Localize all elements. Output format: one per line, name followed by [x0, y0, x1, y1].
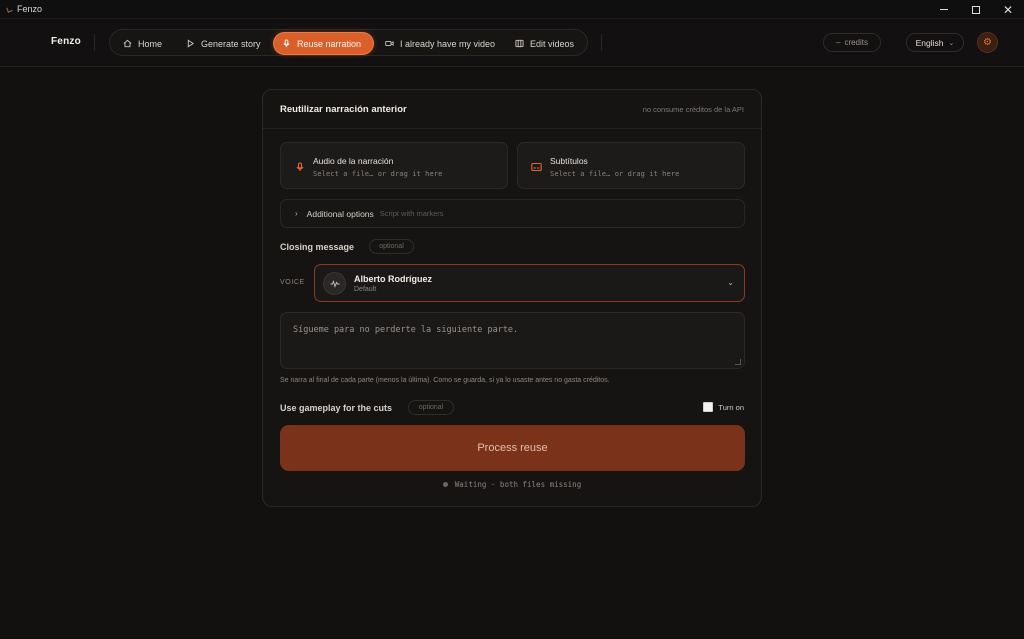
closing-helper-text: Se narra al final de cada parte (menos l…	[280, 377, 610, 384]
nav-generate-story-label: Generate story	[201, 38, 261, 49]
language-value: English	[915, 37, 944, 48]
window-title: Fenzo	[17, 4, 43, 14]
audio-file-label: Audio de la narración	[313, 156, 394, 166]
gameplay-label: Use gameplay for the cuts	[280, 403, 393, 413]
window-controls: ✕	[928, 0, 1024, 19]
nav-edit-videos-label: Edit videos	[530, 38, 575, 49]
nav-home-label: Home	[138, 38, 163, 49]
chevron-down-icon: ⌄	[948, 39, 955, 47]
subtitles-file-label: Subtítulos	[550, 156, 588, 166]
app-header: Fenzo Home Generate story Reuse narratio…	[0, 19, 1024, 67]
mic-icon	[294, 161, 305, 172]
status-line: Waiting · both files missing	[263, 480, 761, 489]
nav-generate-story[interactable]: Generate story	[178, 33, 269, 54]
settings-button[interactable]: ⚙	[977, 32, 998, 53]
maximize-icon	[972, 5, 980, 14]
closing-message-label: Closing message	[280, 242, 355, 252]
credits-value: –	[835, 38, 841, 47]
film-icon	[515, 39, 524, 48]
app-icon	[6, 5, 13, 13]
credits-badge[interactable]: – credits	[823, 33, 881, 52]
gameplay-toggle[interactable]: Turn on	[703, 402, 744, 412]
minimize-button[interactable]	[928, 0, 960, 19]
brand-logo[interactable]: Fenzo	[51, 36, 81, 47]
closing-message-input[interactable]: Sígueme para no perderte la siguiente pa…	[280, 312, 745, 369]
nav-reuse-narration-label: Reuse narration	[297, 38, 362, 49]
card-header: Reutilizar narración anterior no consume…	[263, 90, 761, 129]
credits-label: credits	[844, 38, 868, 47]
resize-handle-icon[interactable]	[735, 359, 741, 365]
subtitles-file-hint: Select a file… or drag it here	[550, 170, 680, 178]
additional-options-label: Additional options	[306, 208, 374, 219]
minimize-icon	[940, 9, 948, 10]
nav-home[interactable]: Home	[115, 33, 170, 54]
video-icon	[385, 39, 394, 48]
nav-edit-videos[interactable]: Edit videos	[507, 33, 582, 54]
gameplay-toggle-label: Turn on	[718, 402, 744, 412]
window-titlebar: Fenzo ✕	[0, 0, 1024, 19]
nav-have-video[interactable]: I already have my video	[377, 33, 503, 54]
maximize-button[interactable]	[960, 0, 992, 19]
close-icon: ✕	[1002, 2, 1014, 17]
gameplay-checkbox[interactable]	[703, 402, 714, 412]
gameplay-optional-badge: optional	[408, 400, 454, 415]
home-icon	[123, 39, 132, 48]
mic-icon	[282, 39, 291, 48]
gear-icon: ⚙	[983, 37, 992, 48]
closing-optional-badge: optional	[369, 239, 414, 254]
waveform-icon	[323, 272, 346, 295]
chevron-down-icon: ⌄	[727, 278, 734, 287]
status-dot-icon	[442, 482, 448, 487]
status-text: Waiting · both files missing	[454, 480, 582, 489]
voice-subtitle: Default	[354, 286, 377, 293]
subtitles-icon	[531, 161, 542, 172]
divider	[601, 34, 602, 51]
voice-select[interactable]: Alberto Rodríguez Default ⌄	[314, 264, 745, 302]
closing-message-text: Sígueme para no perderte la siguiente pa…	[293, 325, 519, 335]
additional-options-hint: Script with markers	[379, 209, 444, 218]
voice-label: VOICE	[280, 279, 305, 286]
process-reuse-button[interactable]: Process reuse	[280, 425, 745, 471]
card-note: no consume créditos de la API	[642, 105, 744, 114]
nav-reuse-narration[interactable]: Reuse narration	[274, 33, 373, 54]
nav-have-video-label: I already have my video	[400, 38, 496, 49]
voice-name: Alberto Rodríguez	[354, 274, 432, 284]
reuse-narration-card: Reutilizar narración anterior no consume…	[262, 89, 762, 507]
audio-file-hint: Select a file… or drag it here	[313, 170, 443, 178]
audio-file-drop[interactable]: Audio de la narración Select a file… or …	[280, 142, 508, 189]
close-button[interactable]: ✕	[992, 0, 1024, 19]
subtitles-file-drop[interactable]: Subtítulos Select a file… or drag it her…	[517, 142, 745, 189]
play-icon	[186, 39, 195, 48]
language-select[interactable]: English ⌄	[906, 33, 964, 52]
card-title: Reutilizar narración anterior	[280, 104, 407, 115]
additional-options-toggle[interactable]: › Additional options Script with markers	[280, 199, 745, 228]
main-nav: Home Generate story Reuse narration I al…	[109, 29, 588, 56]
chevron-right-icon: ›	[295, 209, 298, 218]
divider	[94, 34, 95, 51]
